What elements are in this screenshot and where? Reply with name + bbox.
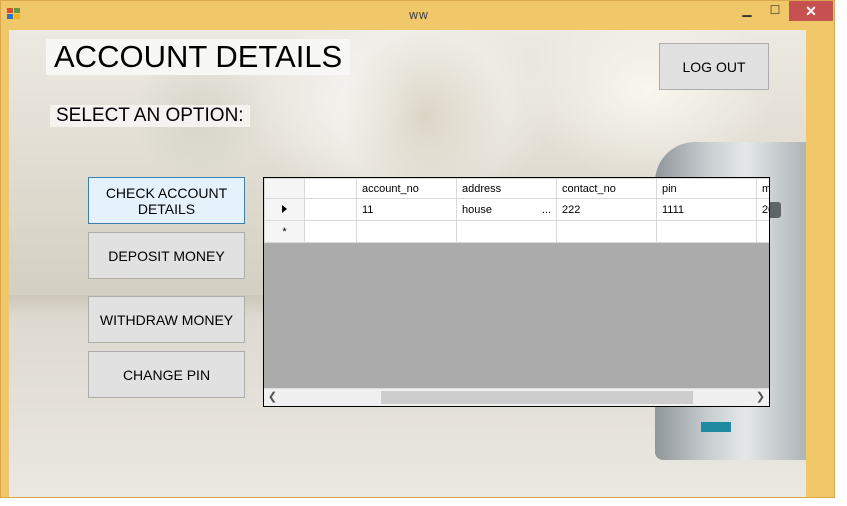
machine-accent-shape [701,422,731,432]
window-title: ww [408,8,429,22]
minimize-icon[interactable]: ▁ [733,1,761,21]
cell-address[interactable]: house ... [456,198,557,221]
change-pin-button[interactable]: CHANGE PIN [88,351,245,398]
cell-contact-no[interactable]: 222 [556,198,657,221]
page-title: ACCOUNT DETAILS [46,39,351,75]
new-row-cell[interactable] [456,220,557,243]
current-row-arrow-icon [282,204,287,213]
column-header-pin[interactable]: pin [656,178,757,199]
column-header-blank[interactable] [304,178,357,199]
grid-table: account_no address contact_no pin m 11 [264,178,769,243]
new-row-cell[interactable] [304,220,357,243]
new-row-cell[interactable] [556,220,657,243]
column-header-address[interactable]: address [456,178,557,199]
scroll-thumb[interactable] [381,391,693,404]
cell-account-no[interactable]: 11 [356,198,457,221]
table-row[interactable]: 11 house ... 222 1111 20 [264,198,769,221]
cell-blank[interactable] [304,198,357,221]
scroll-left-icon[interactable]: ❮ [264,389,281,406]
check-account-details-button[interactable]: CHECK ACCOUNT DETAILS [88,177,245,224]
horizontal-scrollbar[interactable]: ❮ ❯ [264,388,769,406]
grid-corner-cell[interactable] [264,178,305,199]
logout-button[interactable]: LOG OUT [659,43,769,90]
maximize-icon[interactable]: ☐ [761,1,789,21]
column-header-account-no[interactable]: account_no [356,178,457,199]
new-row[interactable]: * [264,220,769,243]
cell-extra[interactable]: 20 [756,198,769,221]
close-icon[interactable]: ✕ [789,1,833,21]
column-header-m[interactable]: m [756,178,769,199]
column-header-contact-no[interactable]: contact_no [556,178,657,199]
cell-pin[interactable]: 1111 [656,198,757,221]
cell-address-ellipsis-button[interactable]: ... [542,204,551,216]
account-data-grid[interactable]: account_no address contact_no pin m 11 [263,177,770,407]
form-client-area: ACCOUNT DETAILS SELECT AN OPTION: LOG OU… [9,30,806,497]
new-row-cell[interactable] [756,220,769,243]
new-row-cell[interactable] [656,220,757,243]
app-window: ww ▁ ☐ ✕ ACCOUNT DETAILS SELECT AN OPTIO… [0,0,835,498]
new-row-marker: * [264,220,305,243]
withdraw-money-button[interactable]: WITHDRAW MONEY [88,296,245,343]
cell-address-value: house [462,203,492,216]
row-selector[interactable] [264,198,305,221]
background-image-highlight [339,30,509,200]
title-bar[interactable]: ww ▁ ☐ ✕ [1,1,836,29]
deposit-money-button[interactable]: DEPOSIT MONEY [88,232,245,279]
new-row-cell[interactable] [356,220,457,243]
select-option-label: SELECT AN OPTION: [50,105,250,127]
scroll-right-icon[interactable]: ❯ [752,389,769,406]
